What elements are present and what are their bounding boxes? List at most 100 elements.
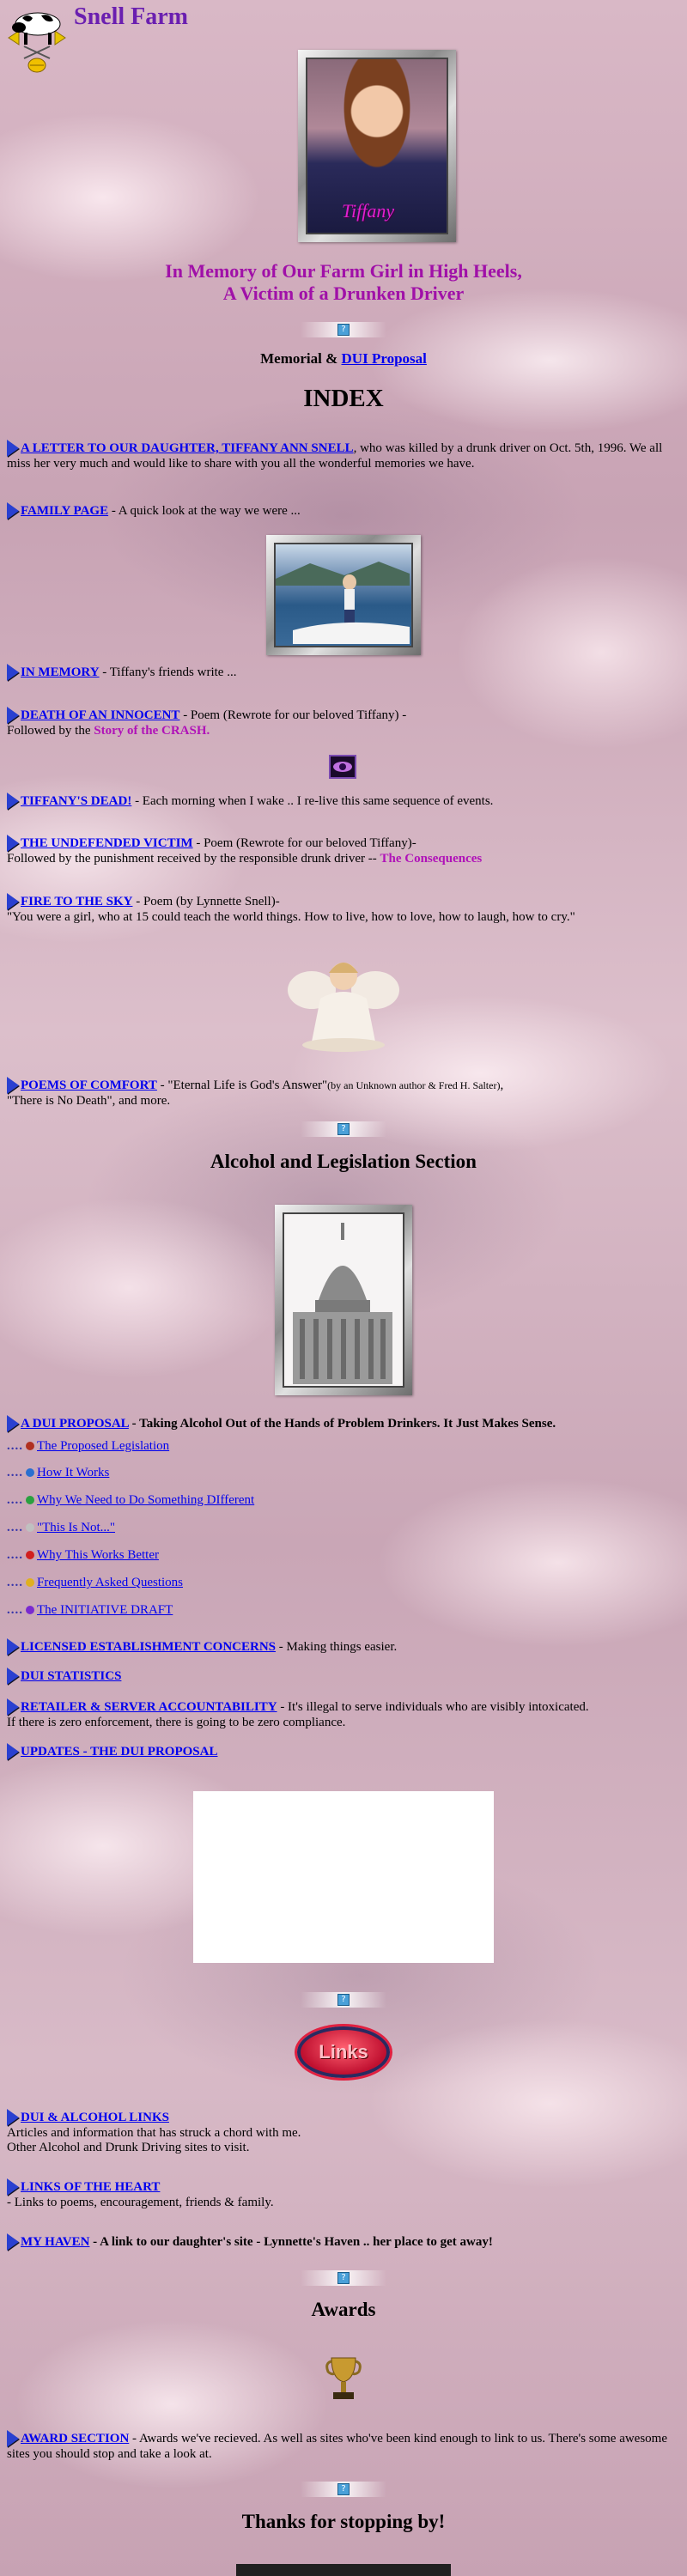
consequences-link[interactable]: The Consequences [380,852,482,866]
arrow-icon [7,1638,19,1656]
lake-photo [274,543,413,647]
updates-entry: UPDATES - THE DUI PROPOSAL [7,1743,678,1760]
links-of-heart-link[interactable]: LINKS OF THE HEART [21,2180,160,2194]
retailer-link[interactable]: RETAILER & SERVER ACCOUNTABILITY [21,1700,277,1714]
poems-author: (by an Unknown author & Fred H. Salter) [327,1079,501,1091]
licensed-link[interactable]: LICENSED ESTABLISHMENT CONCERNS [21,1640,276,1654]
dui-sub-item: .... How It Works [7,1466,109,1480]
haven-text: - A link to our daughter's site - Lynnet… [89,2235,493,2249]
proposed-legislation-link[interactable]: The Proposed Legislation [37,1439,169,1453]
fire-line2: "You were a girl, who at 15 could teach … [7,910,575,924]
thanks-heading: Thanks for stopping by! [241,2511,446,2532]
arrow-icon [7,1698,19,1716]
initiative-draft-link[interactable]: The INITIATIVE DRAFT [37,1603,173,1617]
victim-line2: Followed by the punishment received by t… [7,852,380,866]
arrow-icon [7,664,19,681]
dots: .... [7,1521,23,1534]
dots: .... [7,1466,23,1479]
divider-4: ? [301,2270,386,2286]
in-memory-link[interactable]: IN MEMORY [21,665,100,679]
divider-5: ? [301,2482,386,2497]
updates-link[interactable]: UPDATES - THE DUI PROPOSAL [21,1745,217,1759]
arrow-icon [7,1743,19,1760]
bullet-icon [26,1496,34,1504]
dui-statistics-link[interactable]: DUI STATISTICS [21,1669,121,1683]
this-is-not-link[interactable]: "This Is Not..." [37,1521,115,1534]
memory-heading-line1: In Memory of Our Farm Girl in High Heels… [165,260,522,282]
eye-icon [329,755,356,779]
info-icon[interactable]: ? [337,2272,350,2284]
family-link[interactable]: FAMILY PAGE [21,504,108,518]
dui-sub-item: .... Why We Need to Do Something DIfferen… [7,1493,254,1508]
arrow-icon [7,793,19,810]
dui-links-line3: Other Alcohol and Drunk Driving sites to… [7,2141,250,2154]
why-we-need-link[interactable]: Why We Need to Do Something DIfferent [37,1493,254,1507]
footer-image [236,2564,451,2576]
retailer-entry: RETAILER & SERVER ACCOUNTABILITY - It's … [7,1698,678,1730]
links-badge-text: Links [319,2041,368,2063]
info-icon[interactable]: ? [337,324,350,336]
arrow-icon [7,2430,19,2447]
crash-story-link[interactable]: Story of the CRASH. [94,724,210,738]
dui-links-line2: Articles and information that has struck… [7,2126,301,2140]
haven-entry: MY HAVEN - A link to our daughter's site… [7,2233,678,2251]
stats-entry: DUI STATISTICS [7,1668,678,1685]
arrow-icon [7,1077,19,1094]
letter-link[interactable]: A LETTER TO OUR DAUGHTER, TIFFANY ANN SN… [21,441,354,455]
poems-link[interactable]: POEMS OF COMFORT [21,1078,157,1092]
poems-entry: POEMS OF COMFORT - "Eternal Life is God'… [7,1077,678,1109]
award-entry: AWARD SECTION - Awards we've recieved. A… [7,2430,678,2462]
works-better-link[interactable]: Why This Works Better [37,1548,159,1562]
memory-heading-line2: A Victim of a Drunken Driver [222,283,465,304]
links-badge: Links [297,2026,390,2078]
arrow-icon [7,2233,19,2251]
poems-line3: "There is No Death", and more. [7,1094,171,1108]
arrow-icon [7,2178,19,2196]
licensed-entry: LICENSED ESTABLISHMENT CONCERNS - Making… [7,1638,678,1656]
tiffany-portrait: Tiffany [306,58,448,234]
dead-text: - Each morning when I wake .. I re-live … [131,794,494,808]
dots: .... [7,1439,23,1453]
dui-proposal-link[interactable]: DUI Proposal [342,350,427,367]
dui-links-entry: DUI & ALCOHOL LINKS Articles and informa… [7,2109,678,2155]
info-icon[interactable]: ? [337,2483,350,2495]
dui-sub-item: .... The INITIATIVE DRAFT [7,1603,173,1618]
faq-link[interactable]: Frequently Asked Questions [37,1576,183,1589]
how-it-works-link[interactable]: How It Works [37,1466,109,1479]
fire-link[interactable]: FIRE TO THE SKY [21,895,132,908]
awards-heading: Awards [311,2299,376,2320]
capitol-image [283,1212,404,1388]
death-link[interactable]: DEATH OF AN INNOCENT [21,708,179,722]
trophy-icon [323,2353,364,2404]
dui-tagline: - Taking Alcohol Out of the Hands of Pro… [128,1417,556,1431]
licensed-text: - Making things easier. [276,1640,398,1654]
retailer-line2: If there is zero enforcement, there is g… [7,1716,346,1729]
dui-sub-item: .... "This Is Not..." [7,1521,115,1535]
death-line2: Followed by the [7,724,94,738]
index-heading: INDEX [303,385,384,412]
in-memory-text: - Tiffany's friends write ... [99,665,237,679]
award-section-link[interactable]: AWARD SECTION [21,2432,129,2445]
angel-image [286,947,401,1054]
letter-entry: A LETTER TO OUR DAUGHTER, TIFFANY ANN SN… [7,440,678,471]
my-haven-link[interactable]: MY HAVEN [21,2235,89,2249]
divider-3: ? [301,1992,386,2008]
dui-proposal-section-link[interactable]: A DUI PROPOSAL [21,1417,129,1431]
bullet-icon [26,1551,34,1559]
fire-text: - Poem (by Lynnette Snell)- [132,895,280,908]
dui-sub-item: .... The Proposed Legislation [7,1439,169,1454]
dui-entry: A DUI PROPOSAL - Taking Alcohol Out of t… [7,1415,678,1432]
arrow-icon [7,502,19,519]
arrow-icon [7,2109,19,2126]
bullet-icon [26,1468,34,1477]
portrait-frame: Tiffany [298,50,456,242]
dead-link[interactable]: TIFFANY'S DEAD! [21,794,131,808]
arrow-icon [7,1415,19,1432]
info-icon[interactable]: ? [337,1994,350,2006]
victim-link[interactable]: THE UNDEFENDED VICTIM [21,836,193,850]
dui-alcohol-links-link[interactable]: DUI & ALCOHOL LINKS [21,2111,169,2124]
poems-text: - "Eternal Life is God's Answer" [156,1078,328,1092]
info-icon[interactable]: ? [337,1123,350,1135]
dui-sub-item: .... Why This Works Better [7,1548,159,1563]
poems-comma: , [500,1078,504,1092]
